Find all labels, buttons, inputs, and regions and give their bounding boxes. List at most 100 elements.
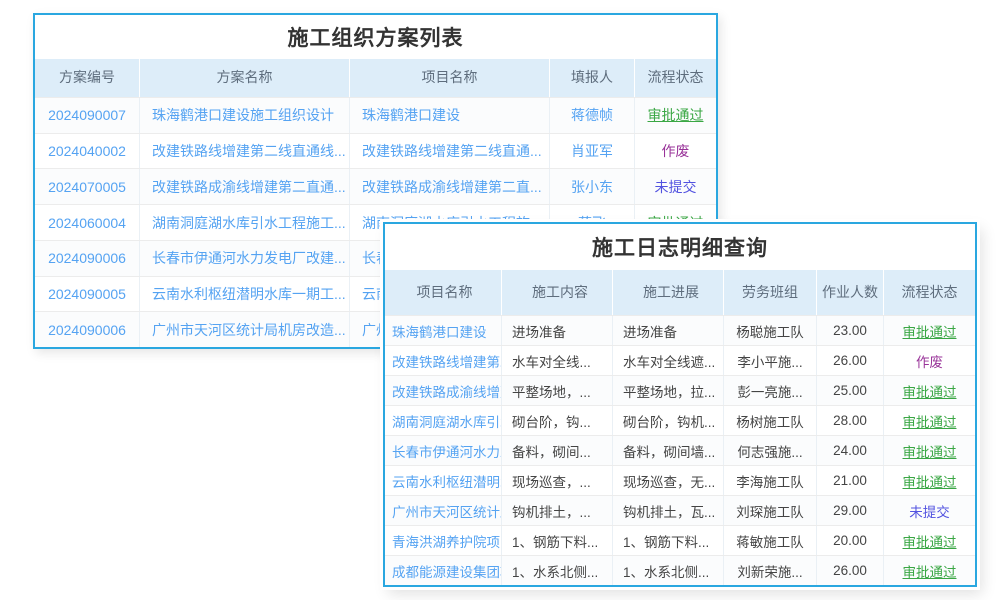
column-header-worker-count: 作业人数	[817, 270, 884, 315]
plan-list-header-row: 方案编号 方案名称 项目名称 填报人 流程状态	[35, 59, 716, 97]
log-table-row[interactable]: 长春市伊通河水力发电 备料，砌间... 备料，砌间墙... 何志强施... 24…	[385, 435, 975, 465]
status-cell[interactable]: 审批通过	[884, 556, 975, 585]
work-content-cell: 现场巡查，...	[502, 466, 613, 495]
work-content-cell: 1、钢筋下料...	[502, 526, 613, 555]
column-header-plan-no: 方案编号	[35, 59, 140, 97]
worker-count-cell: 20.00	[817, 526, 884, 555]
project-name-cell[interactable]: 改建铁路线增建第二线	[385, 346, 502, 375]
project-name-cell[interactable]: 改建铁路成渝线增建第	[385, 376, 502, 405]
project-name-cell[interactable]: 改建铁路线增建第二线直通...	[350, 134, 550, 169]
plan-table-row[interactable]: 2024070005 改建铁路成渝线增建第二直通... 改建铁路成渝线增建第二直…	[35, 168, 716, 204]
log-table-row[interactable]: 广州市天河区统计局机 钩机排土，... 钩机排土，瓦... 刘琛施工队 29.0…	[385, 495, 975, 525]
work-progress-cell: 1、水系北侧...	[613, 556, 724, 585]
plan-name-cell[interactable]: 湖南洞庭湖水库引水工程施工...	[140, 205, 350, 240]
labor-team-cell: 蒋敏施工队	[724, 526, 817, 555]
column-header-labor-team: 劳务班组	[724, 270, 817, 315]
worker-count-cell: 23.00	[817, 316, 884, 345]
labor-team-cell: 杨树施工队	[724, 406, 817, 435]
reporter-cell: 蒋德帧	[550, 98, 635, 133]
project-name-cell[interactable]: 云南水利枢纽潜明水库	[385, 466, 502, 495]
log-detail-title: 施工日志明细查询	[385, 224, 975, 270]
plan-no-cell[interactable]: 2024090005	[35, 277, 140, 312]
plan-table-row[interactable]: 2024090007 珠海鹤港口建设施工组织设计 珠海鹤港口建设 蒋德帧 审批通…	[35, 97, 716, 133]
labor-team-cell: 刘琛施工队	[724, 496, 817, 525]
worker-count-cell: 26.00	[817, 556, 884, 585]
plan-no-cell[interactable]: 2024090006	[35, 241, 140, 276]
log-table-row[interactable]: 珠海鹤港口建设 进场准备 进场准备 杨聪施工队 23.00 审批通过	[385, 315, 975, 345]
plan-name-cell[interactable]: 改建铁路成渝线增建第二直通...	[140, 169, 350, 204]
work-content-cell: 水车对全线...	[502, 346, 613, 375]
status-cell[interactable]: 未提交	[884, 496, 975, 525]
project-name-cell[interactable]: 湖南洞庭湖水库引水工	[385, 406, 502, 435]
plan-no-cell[interactable]: 2024060004	[35, 205, 140, 240]
plan-no-cell[interactable]: 2024040002	[35, 134, 140, 169]
project-name-cell[interactable]: 改建铁路成渝线增建第二直...	[350, 169, 550, 204]
labor-team-cell: 何志强施...	[724, 436, 817, 465]
log-table-row[interactable]: 成都能源建设集团项目 1、水系北侧... 1、水系北侧... 刘新荣施... 2…	[385, 555, 975, 585]
status-cell[interactable]: 审批通过	[884, 436, 975, 465]
status-cell[interactable]: 审批通过	[635, 98, 716, 133]
work-content-cell: 砌台阶，钩...	[502, 406, 613, 435]
plan-name-cell[interactable]: 珠海鹤港口建设施工组织设计	[140, 98, 350, 133]
column-header-project-name: 项目名称	[385, 270, 502, 315]
plan-no-cell[interactable]: 2024070005	[35, 169, 140, 204]
labor-team-cell: 杨聪施工队	[724, 316, 817, 345]
log-table-row[interactable]: 改建铁路成渝线增建第 平整场地，... 平整场地，拉... 彭一亮施... 25…	[385, 375, 975, 405]
labor-team-cell: 刘新荣施...	[724, 556, 817, 585]
worker-count-cell: 21.00	[817, 466, 884, 495]
plan-no-cell[interactable]: 2024090007	[35, 98, 140, 133]
worker-count-cell: 25.00	[817, 376, 884, 405]
column-header-reporter: 填报人	[550, 59, 635, 97]
column-header-status: 流程状态	[635, 59, 716, 97]
status-cell[interactable]: 审批通过	[884, 316, 975, 345]
plan-list-title: 施工组织方案列表	[35, 15, 716, 59]
plan-name-cell[interactable]: 改建铁路线增建第二线直通线...	[140, 134, 350, 169]
worker-count-cell: 26.00	[817, 346, 884, 375]
log-table-row[interactable]: 湖南洞庭湖水库引水工 砌台阶，钩... 砌台阶，钩机... 杨树施工队 28.0…	[385, 405, 975, 435]
plan-name-cell[interactable]: 长春市伊通河水力发电厂改建...	[140, 241, 350, 276]
plan-name-cell[interactable]: 广州市天河区统计局机房改造...	[140, 312, 350, 347]
project-name-cell[interactable]: 成都能源建设集团项目	[385, 556, 502, 585]
column-header-plan-name: 方案名称	[140, 59, 350, 97]
work-progress-cell: 1、钢筋下料...	[613, 526, 724, 555]
project-name-cell[interactable]: 青海洪湖养护院项目工	[385, 526, 502, 555]
log-table-row[interactable]: 改建铁路线增建第二线 水车对全线... 水车对全线遮... 李小平施... 26…	[385, 345, 975, 375]
log-table-row[interactable]: 云南水利枢纽潜明水库 现场巡查，... 现场巡查，无... 李海施工队 21.0…	[385, 465, 975, 495]
log-detail-body: 珠海鹤港口建设 进场准备 进场准备 杨聪施工队 23.00 审批通过 改建铁路线…	[385, 315, 975, 585]
work-progress-cell: 现场巡查，无...	[613, 466, 724, 495]
reporter-cell: 肖亚军	[550, 134, 635, 169]
plan-name-cell[interactable]: 云南水利枢纽潜明水库一期工...	[140, 277, 350, 312]
status-cell[interactable]: 作废	[635, 134, 716, 169]
work-content-cell: 进场准备	[502, 316, 613, 345]
work-content-cell: 1、水系北侧...	[502, 556, 613, 585]
labor-team-cell: 彭一亮施...	[724, 376, 817, 405]
work-progress-cell: 平整场地，拉...	[613, 376, 724, 405]
labor-team-cell: 李小平施...	[724, 346, 817, 375]
status-cell[interactable]: 作废	[884, 346, 975, 375]
status-cell[interactable]: 审批通过	[884, 406, 975, 435]
project-name-cell[interactable]: 珠海鹤港口建设	[385, 316, 502, 345]
plan-no-cell[interactable]: 2024090006	[35, 312, 140, 347]
project-name-cell[interactable]: 珠海鹤港口建设	[350, 98, 550, 133]
column-header-work-content: 施工内容	[502, 270, 613, 315]
work-progress-cell: 备料，砌间墙...	[613, 436, 724, 465]
status-cell[interactable]: 审批通过	[884, 526, 975, 555]
work-content-cell: 备料，砌间...	[502, 436, 613, 465]
status-cell[interactable]: 审批通过	[884, 376, 975, 405]
column-header-project-name: 项目名称	[350, 59, 550, 97]
worker-count-cell: 24.00	[817, 436, 884, 465]
project-name-cell[interactable]: 长春市伊通河水力发电	[385, 436, 502, 465]
status-cell[interactable]: 审批通过	[884, 466, 975, 495]
worker-count-cell: 28.00	[817, 406, 884, 435]
work-progress-cell: 砌台阶，钩机...	[613, 406, 724, 435]
project-name-cell[interactable]: 广州市天河区统计局机	[385, 496, 502, 525]
status-cell[interactable]: 未提交	[635, 169, 716, 204]
work-progress-cell: 进场准备	[613, 316, 724, 345]
column-header-work-progress: 施工进展	[613, 270, 724, 315]
column-header-status: 流程状态	[884, 270, 975, 315]
plan-table-row[interactable]: 2024040002 改建铁路线增建第二线直通线... 改建铁路线增建第二线直通…	[35, 133, 716, 169]
log-detail-window: 施工日志明细查询 项目名称 施工内容 施工进展 劳务班组 作业人数 流程状态 珠…	[383, 222, 977, 587]
worker-count-cell: 29.00	[817, 496, 884, 525]
work-content-cell: 平整场地，...	[502, 376, 613, 405]
log-table-row[interactable]: 青海洪湖养护院项目工 1、钢筋下料... 1、钢筋下料... 蒋敏施工队 20.…	[385, 525, 975, 555]
